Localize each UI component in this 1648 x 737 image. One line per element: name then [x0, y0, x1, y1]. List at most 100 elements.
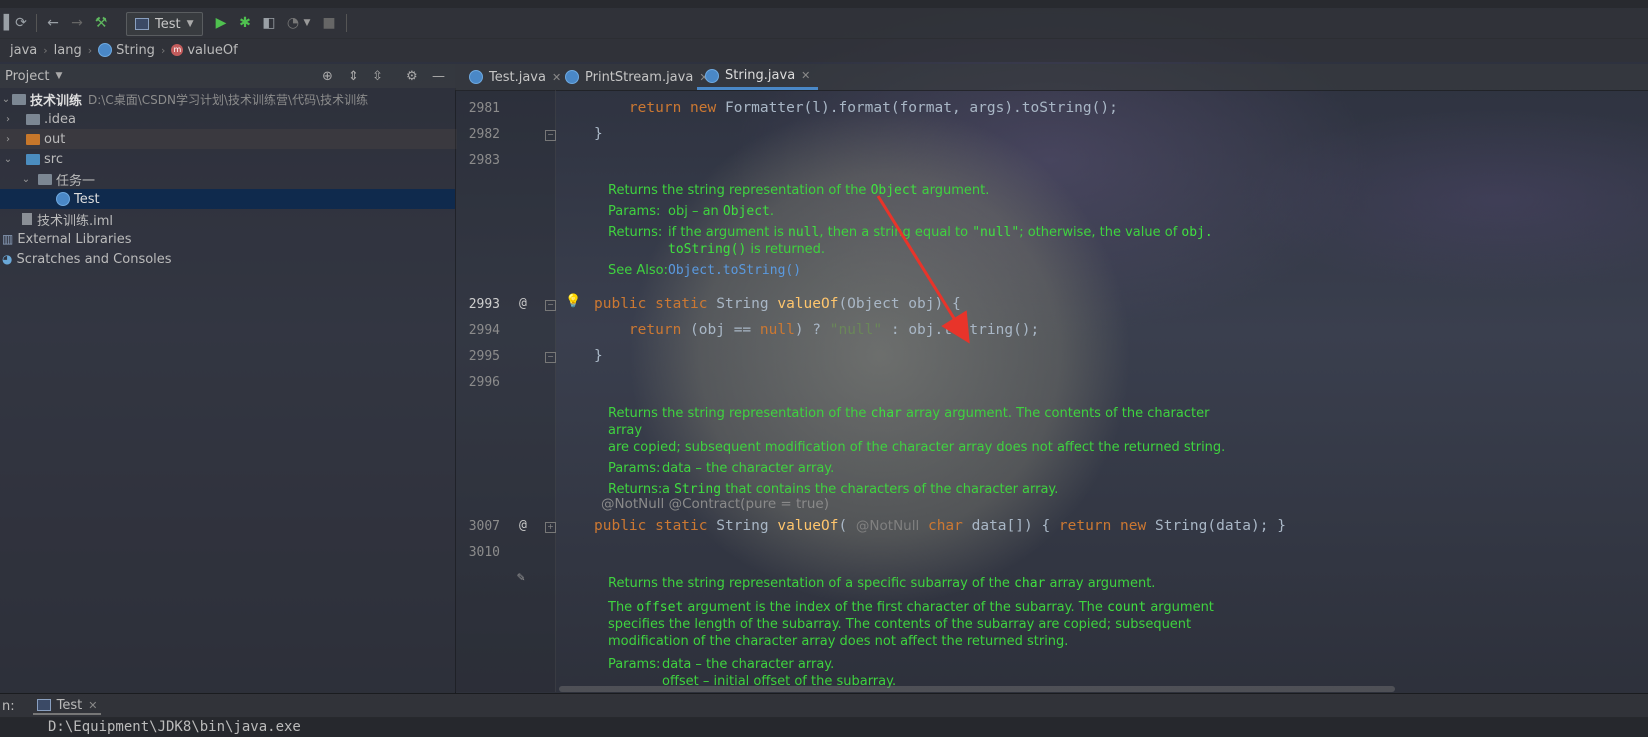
expand-all-icon[interactable]: ⇕ — [348, 69, 359, 84]
run-tab-test[interactable]: Test ✕ — [32, 697, 102, 715]
close-icon[interactable]: ✕ — [801, 69, 810, 82]
project-path: D:\C桌面\CSDN学习计划\技术训练营\代码\技术训练 — [88, 92, 369, 107]
sync-icon[interactable]: ⟳ — [12, 14, 30, 32]
debug-bug-icon[interactable]: ✱ — [236, 14, 254, 32]
iml-file-icon — [22, 213, 32, 225]
breadcrumb-lang[interactable]: lang — [54, 43, 82, 58]
horizontal-scrollbar[interactable] — [559, 686, 1395, 692]
keyword: public static — [594, 296, 708, 312]
doc-summary-cont: are copied; subsequent modification of t… — [608, 440, 1226, 455]
code-text: String — [707, 518, 778, 534]
doc-paragraph-line: specifies the length of the subarray. Th… — [608, 617, 1192, 632]
forward-arrow-icon[interactable]: → — [68, 14, 86, 32]
doc-text: argument — [1146, 600, 1214, 615]
method-icon: m — [171, 44, 184, 56]
doc-returns: Returns: if the argument is null, then a … — [608, 224, 1228, 241]
doc-text: that contains the characters of the char… — [721, 482, 1059, 497]
code-line-2994: return (obj == null) ? "null" : obj.toSt… — [594, 322, 1039, 338]
tree-item-package[interactable]: ⌄ 任务一 — [0, 169, 475, 189]
fold-marker-icon[interactable]: − — [545, 300, 556, 311]
chevron-right-icon: › — [43, 43, 48, 57]
breadcrumb-valueof[interactable]: m valueOf — [171, 43, 238, 58]
doc-params: Params: data – the character array. — [608, 460, 1238, 477]
class-icon — [98, 43, 113, 57]
tree-item-label: out — [44, 131, 66, 147]
keyword: new — [1120, 518, 1147, 534]
tab-string-java[interactable]: String.java ✕ — [697, 64, 819, 90]
lightbulb-icon[interactable]: 💡 — [565, 294, 581, 309]
close-icon[interactable]: ✕ — [88, 699, 97, 712]
tree-item-idea[interactable]: › .idea — [0, 109, 457, 129]
line-number: 2994 — [468, 323, 500, 338]
javadoc-object-valueof: Returns the string representation of the… — [608, 182, 1228, 279]
doc-text: Returns the string representation of the — [608, 183, 871, 198]
doc-code: String — [674, 482, 722, 497]
code-text: ( — [838, 518, 856, 534]
keyword: char — [927, 518, 963, 534]
gear-icon[interactable]: ⚙ — [406, 69, 418, 84]
fold-marker-icon[interactable]: − — [545, 352, 556, 363]
code-text: (Object obj) { — [838, 296, 961, 312]
folder-icon — [26, 113, 40, 125]
stop-icon[interactable]: ■ — [320, 14, 338, 32]
chevron-right-icon[interactable]: › — [2, 114, 14, 125]
run-config-icon — [36, 699, 51, 711]
doc-label: Params: — [608, 461, 661, 476]
doc-text: is returned. — [746, 242, 826, 257]
doc-text: Returns the string representation of a s… — [608, 576, 1015, 591]
breadcrumb-string[interactable]: String — [98, 43, 155, 58]
fold-marker-icon[interactable]: + — [545, 522, 556, 533]
doc-text: The — [608, 600, 637, 615]
code-line-2981: return new Formatter(l).format(format, a… — [594, 100, 1118, 116]
libraries-icon: ▥ — [2, 232, 14, 246]
tree-item-external-libraries[interactable]: ▥ External Libraries — [0, 229, 455, 249]
line-number: 2996 — [468, 375, 500, 390]
code-text: data[]) { — [962, 518, 1059, 534]
implementation-marker-icon[interactable]: @ — [519, 296, 527, 311]
doc-text: data – the character array. — [662, 461, 835, 476]
tree-item-out[interactable]: › out — [0, 129, 457, 149]
profile-dropdown-icon[interactable]: ▼ — [298, 14, 316, 32]
tab-printstream-java[interactable]: PrintStream.java ✕ — [557, 64, 717, 90]
run-icon[interactable]: ▶ — [212, 14, 230, 32]
tree-item-scratches[interactable]: ◕ Scratches and Consoles — [0, 249, 455, 269]
fold-marker-icon[interactable]: − — [545, 130, 556, 141]
chevron-down-icon[interactable]: ⌄ — [2, 154, 14, 165]
run-configuration-select[interactable]: Test ▼ — [126, 12, 203, 36]
tab-test-java[interactable]: Test.java ✕ — [461, 64, 569, 90]
chevron-right-icon: › — [87, 43, 93, 57]
run-tab-label: Test — [56, 697, 83, 713]
doc-paragraph: The offset argument is the index of the … — [608, 599, 1228, 616]
minimize-icon[interactable]: — — [432, 69, 445, 84]
doc-link[interactable]: Object.toString() — [668, 263, 801, 278]
doc-code: char — [870, 406, 902, 421]
build-hammer-icon[interactable]: ⚒ — [92, 14, 110, 32]
collapse-all-icon[interactable]: ⇳ — [372, 69, 383, 84]
edit-pencil-icon[interactable]: ✎ — [517, 570, 525, 585]
string-literal: "null" — [829, 322, 883, 338]
console-output: D:\Equipment\JDK8\bin\java.exe — [0, 717, 1648, 737]
editor-tabs: Test.java ✕ PrintStream.java ✕ String.ja… — [455, 64, 1648, 91]
implementation-marker-icon[interactable]: @ — [519, 518, 527, 533]
doc-returns-cont: toString() is returned. — [608, 241, 1228, 258]
keyword: return — [628, 100, 682, 116]
tree-item-test[interactable]: Test — [0, 189, 455, 209]
editor-gutter: 2981 2982 2983 2993 2994 2995 2996 3007 … — [455, 90, 556, 692]
chevron-down-icon[interactable]: ⌄ — [20, 174, 32, 185]
chevron-down-icon[interactable]: ⌄ — [0, 94, 12, 105]
scratches-icon: ◕ — [2, 252, 13, 266]
back-arrow-icon[interactable]: ← — [44, 14, 62, 32]
chevron-right-icon: › — [160, 43, 166, 57]
project-view-title[interactable]: Project — [5, 69, 49, 84]
doc-label: Returns: — [608, 225, 663, 240]
doc-code: "null" — [972, 225, 1020, 240]
breadcrumb-java[interactable]: java — [10, 43, 37, 58]
line-number: 3010 — [468, 545, 500, 560]
tree-item-iml[interactable]: 技术训练.iml — [0, 209, 455, 229]
coverage-icon[interactable]: ◧ — [260, 14, 278, 32]
chevron-right-icon[interactable]: › — [2, 134, 14, 145]
chevron-down-icon[interactable]: ▼ — [55, 71, 62, 81]
locate-target-icon[interactable]: ⊕ — [322, 69, 333, 84]
tree-item-src[interactable]: ⌄ src — [0, 149, 457, 169]
tree-item-root[interactable]: ⌄ 技术训练 D:\C桌面\CSDN学习计划\技术训练营\代码\技术训练 — [0, 89, 455, 109]
